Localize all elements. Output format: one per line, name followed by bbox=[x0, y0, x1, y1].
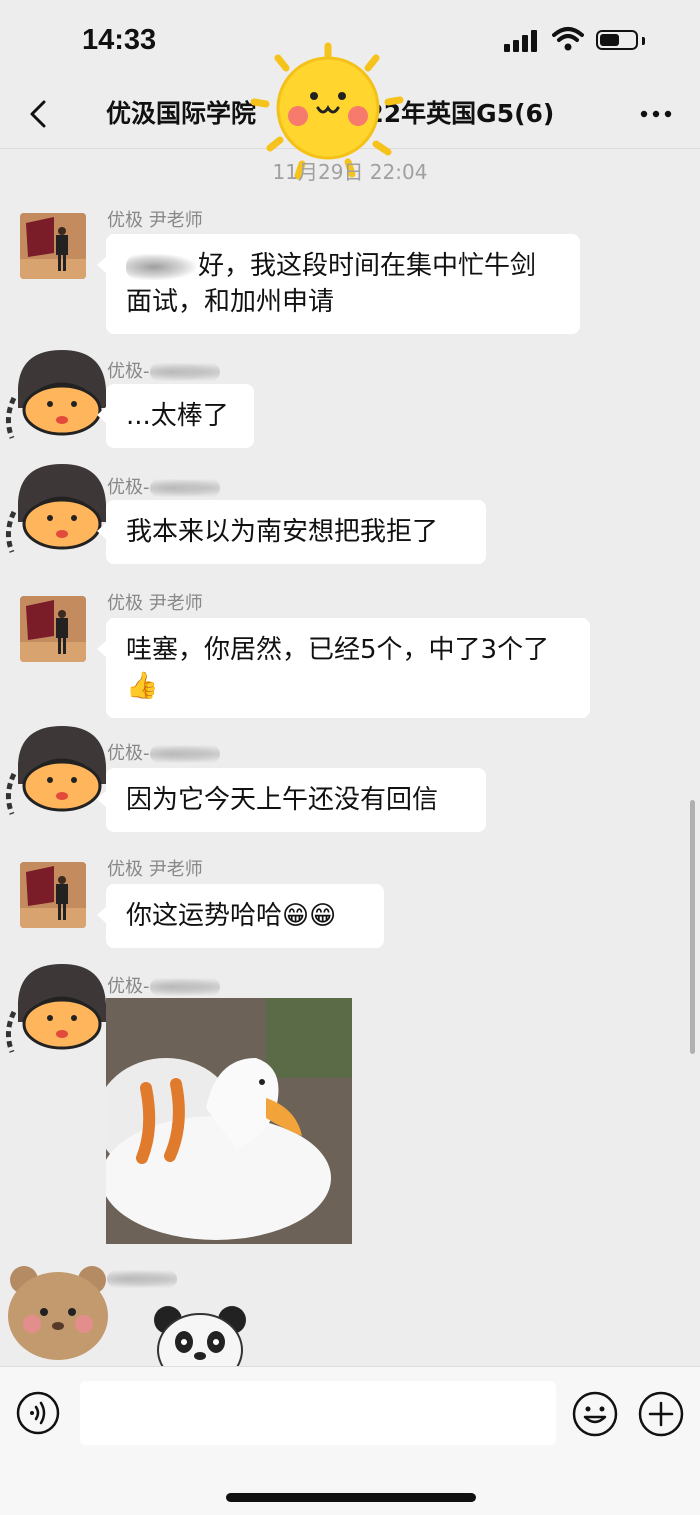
grin-emoji: 😁😁 bbox=[282, 901, 337, 931]
blurred-text bbox=[126, 253, 196, 280]
blurred-text bbox=[149, 479, 220, 497]
voice-icon[interactable] bbox=[16, 1391, 60, 1435]
message-input[interactable] bbox=[80, 1381, 556, 1445]
blurred-text bbox=[149, 363, 220, 381]
battery-icon bbox=[596, 30, 638, 50]
battery-tip bbox=[642, 37, 645, 45]
plus-icon[interactable] bbox=[638, 1391, 684, 1437]
message-text: ...太棒了 bbox=[126, 401, 229, 431]
avatar[interactable] bbox=[20, 596, 86, 662]
sender-name: 优极 尹老师 bbox=[107, 593, 203, 614]
cellular-signal-icon bbox=[504, 30, 542, 52]
blurred-text bbox=[149, 978, 220, 996]
sender-name-text: 优极- bbox=[107, 477, 150, 498]
message-bubble[interactable]: 你这运势哈哈😁😁 bbox=[97, 884, 384, 948]
message-text: 因为它今天上午还没有回信 bbox=[126, 785, 439, 815]
sender-name: 优极- bbox=[107, 473, 220, 499]
blurred-text bbox=[107, 1270, 177, 1288]
panda-sticker[interactable] bbox=[150, 1300, 250, 1366]
avatar[interactable] bbox=[20, 213, 86, 279]
more-dots-icon[interactable] bbox=[632, 90, 680, 138]
message-bubble[interactable]: 哇塞，你居然，已经5个，中了3个了 👍 bbox=[97, 618, 590, 718]
thumbs-up-emoji: 👍 bbox=[126, 671, 159, 701]
avatar[interactable] bbox=[4, 1262, 112, 1362]
message-text: 我本来以为南安想把我拒了 bbox=[126, 517, 439, 547]
sender-name: 优极 尹老师 bbox=[107, 859, 203, 880]
sender-name-text: 优极- bbox=[107, 743, 150, 764]
message-bubble[interactable]: 好，我这段时间在集中忙牛剑面试，和加州申请 bbox=[97, 234, 580, 334]
teacher-photo bbox=[20, 596, 86, 662]
sender-name-text: 优极- bbox=[107, 361, 150, 382]
avatar[interactable] bbox=[20, 862, 86, 928]
teacher-photo bbox=[20, 213, 86, 279]
chevron-left-icon[interactable] bbox=[20, 90, 60, 138]
teacher-photo bbox=[20, 862, 86, 928]
message-timestamp: 11月29日 22:04 bbox=[272, 160, 428, 184]
sender-name-text: 优极- bbox=[107, 976, 150, 997]
message-bubble[interactable]: 我本来以为南安想把我拒了 bbox=[97, 500, 486, 564]
message-text: 哇塞，你居然，已经5个，中了3个了 bbox=[126, 635, 550, 665]
battery-level bbox=[600, 34, 619, 46]
smile-icon[interactable] bbox=[572, 1391, 618, 1437]
sender-name: 优极 尹老师 bbox=[107, 210, 203, 231]
message-bubble[interactable]: ...太棒了 bbox=[97, 384, 254, 448]
duck-sticker-image[interactable] bbox=[106, 998, 352, 1244]
home-indicator bbox=[226, 1493, 476, 1502]
sender-name: 优极- bbox=[107, 739, 220, 765]
scrollbar[interactable] bbox=[690, 800, 695, 1054]
sender-name: 优极- bbox=[107, 357, 220, 383]
wifi-icon bbox=[552, 27, 584, 51]
sender-name: 优极- bbox=[107, 972, 220, 998]
input-bar bbox=[0, 1366, 700, 1515]
status-time: 14:33 bbox=[82, 24, 157, 56]
chat-title-left: 优汲国际学院 bbox=[106, 99, 257, 128]
sender-name bbox=[107, 1268, 177, 1289]
message-text: 你这运势哈哈 bbox=[126, 901, 283, 931]
blurred-text bbox=[149, 745, 220, 763]
message-bubble[interactable]: 因为它今天上午还没有回信 bbox=[97, 768, 486, 832]
